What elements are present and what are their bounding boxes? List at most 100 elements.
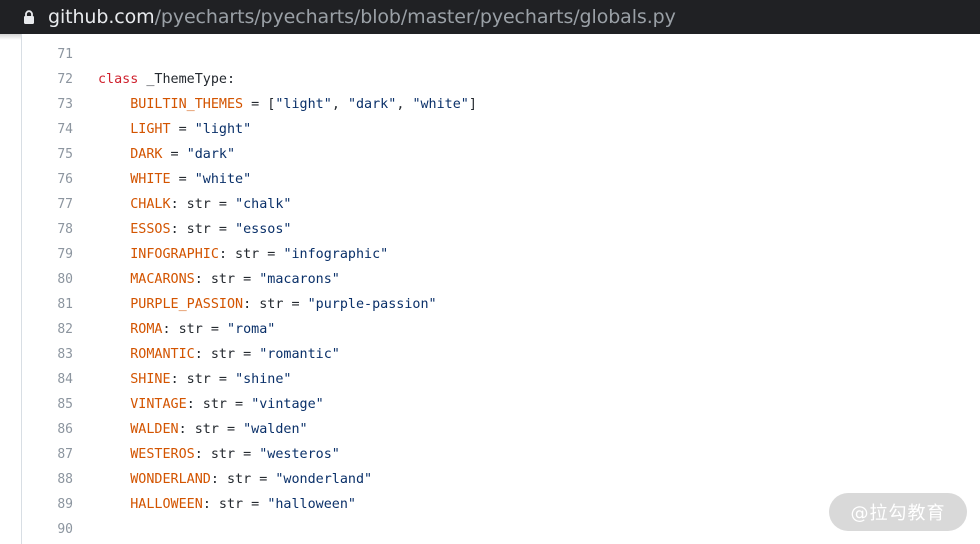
code-token: WESTEROS [130, 447, 195, 462]
code-token: : str = [186, 397, 252, 412]
code-token: : str = [194, 447, 260, 462]
code-token: ] [468, 97, 477, 112]
line-number[interactable]: 86 [22, 422, 73, 437]
line-number[interactable]: 73 [22, 97, 73, 112]
line-number[interactable]: 81 [22, 297, 73, 312]
line-number[interactable]: 84 [22, 372, 73, 387]
line-number[interactable]: 76 [22, 172, 73, 187]
line-code: VINTAGE: str = "vintage" [73, 397, 324, 412]
code-token: : str = [162, 322, 227, 337]
line-code: PURPLE_PASSION: str = "purple-passion" [73, 297, 436, 312]
code-token: VINTAGE [130, 397, 187, 412]
code-token: : str = [178, 422, 244, 437]
code-line: 74 LIGHT = "light" [22, 117, 980, 142]
line-number[interactable]: 87 [22, 447, 73, 462]
code-line: 84 SHINE: str = "shine" [22, 367, 980, 392]
code-token: "light" [194, 122, 252, 137]
code-token: ROMA [130, 322, 163, 337]
code-token: MACARONS [130, 272, 195, 287]
line-number[interactable]: 72 [22, 72, 73, 87]
code-token: ROMANTIC [130, 347, 195, 362]
code-token: ESSOS [130, 222, 171, 237]
line-number[interactable]: 78 [22, 222, 73, 237]
code-token: : str = [170, 197, 236, 212]
code-token: "vintage" [251, 397, 324, 412]
code-token: "romantic" [259, 347, 340, 362]
line-number[interactable]: 79 [22, 247, 73, 262]
line-code: ROMANTIC: str = "romantic" [73, 347, 340, 362]
code-line: 81 PURPLE_PASSION: str = "purple-passion… [22, 292, 980, 317]
line-code: WHITE = "white" [73, 172, 251, 187]
line-code: INFOGRAPHIC: str = "infographic" [73, 247, 388, 262]
code-line: 88 WONDERLAND: str = "wonderland" [22, 467, 980, 492]
code-token: : str = [218, 247, 284, 262]
code-token: HALLOWEEN [130, 497, 203, 512]
line-number[interactable]: 88 [22, 472, 73, 487]
code-token: "white" [412, 97, 469, 112]
code-token: BUILTIN_THEMES [130, 97, 244, 112]
code-token: : str = [194, 272, 260, 287]
line-code: HALLOWEEN: str = "halloween" [73, 497, 356, 512]
code-token: SHINE [130, 372, 171, 387]
code-token: DARK [130, 147, 163, 162]
line-number[interactable]: 80 [22, 272, 73, 287]
lock-icon[interactable] [22, 9, 36, 25]
code-line: 82 ROMA: str = "roma" [22, 317, 980, 342]
line-number[interactable]: 82 [22, 322, 73, 337]
code-token: : str = [243, 297, 308, 312]
line-number[interactable]: 74 [22, 122, 73, 137]
code-token: , [396, 97, 413, 112]
code-token: "dark" [347, 97, 397, 112]
code-token: WONDERLAND [130, 472, 211, 487]
code-line: 71 [22, 42, 980, 67]
watermark: @拉勾教育 [829, 493, 967, 531]
line-code: SHINE: str = "shine" [73, 372, 291, 387]
line-number[interactable]: 90 [22, 522, 73, 537]
code-token: "infographic" [283, 247, 389, 262]
url-text[interactable]: github.com/pyecharts/pyecharts/blob/mast… [48, 6, 676, 28]
code-lines: 71 72 class _ThemeType: 73 BUILTIN_THEMES =… [22, 42, 980, 542]
code-token: "white" [194, 172, 252, 187]
code-token: "halloween" [267, 497, 356, 512]
line-code: ESSOS: str = "essos" [73, 222, 291, 237]
code-token: : str = [210, 472, 276, 487]
line-code: LIGHT = "light" [73, 122, 251, 137]
url-path: /pyecharts/pyecharts/blob/master/pyechar… [154, 6, 676, 28]
code-token: : str = [194, 347, 260, 362]
code-token: CHALK [130, 197, 171, 212]
code-line: 75 DARK = "dark" [22, 142, 980, 167]
line-code: WALDEN: str = "walden" [73, 422, 307, 437]
code-token: INFOGRAPHIC [130, 247, 219, 262]
line-number[interactable]: 71 [22, 47, 73, 62]
line-number[interactable]: 75 [22, 147, 73, 162]
code-token: "roma" [227, 322, 276, 337]
browser-address-bar[interactable]: github.com/pyecharts/pyecharts/blob/mast… [0, 0, 980, 34]
code-token: : str = [170, 222, 236, 237]
url-host: github.com [48, 6, 155, 28]
line-number[interactable]: 89 [22, 497, 73, 512]
code-token: , [331, 97, 348, 112]
code-token: "dark" [186, 147, 236, 162]
code-line: 77 CHALK: str = "chalk" [22, 192, 980, 217]
code-token: _ThemeType: [138, 72, 236, 87]
line-number[interactable]: 85 [22, 397, 73, 412]
line-number[interactable]: 83 [22, 347, 73, 362]
code-token: = [ [243, 97, 276, 112]
code-line: 85 VINTAGE: str = "vintage" [22, 392, 980, 417]
code-viewer: 71 72 class _ThemeType: 73 BUILTIN_THEMES =… [21, 34, 980, 544]
code-token: WALDEN [130, 422, 179, 437]
line-number[interactable]: 77 [22, 197, 73, 212]
